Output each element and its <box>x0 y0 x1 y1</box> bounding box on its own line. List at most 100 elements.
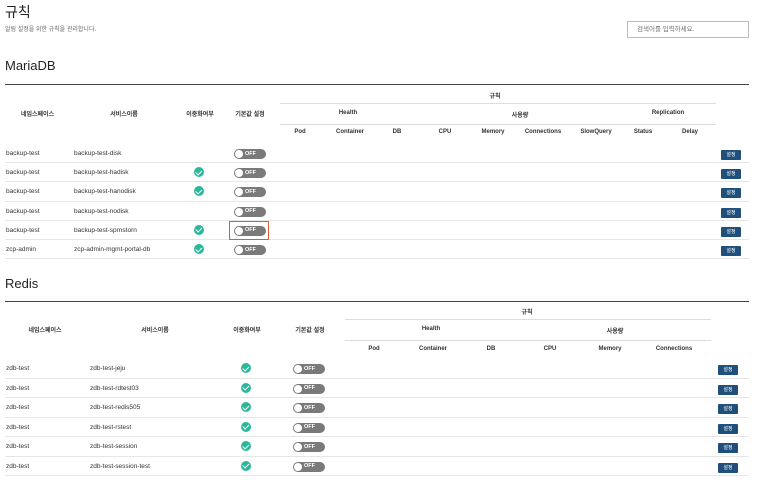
table-row: zcp-admin zcp-admin-mgmt-portal-db OFF 설정 <box>5 240 749 260</box>
default-setting-toggle[interactable]: OFF <box>234 206 266 217</box>
check-circle-icon <box>194 244 204 254</box>
namespace-cell: backup-test <box>6 169 40 177</box>
check-circle-icon <box>241 441 251 451</box>
settings-button[interactable]: 설정 <box>721 207 741 218</box>
check-circle-icon <box>241 382 251 393</box>
default-setting-toggle[interactable]: OFF <box>234 187 266 198</box>
settings-button[interactable]: 설정 <box>718 384 738 395</box>
settings-button[interactable]: 설정 <box>718 365 738 375</box>
col-service-name: 서비스이름 <box>110 112 138 118</box>
toggle-label: OFF <box>304 463 315 469</box>
col-usage: 사용량 <box>511 113 529 119</box>
service-name-cell: backup-test-hadisk <box>74 169 129 177</box>
service-name-cell: zdb-test-redis505 <box>90 404 141 411</box>
table-row: backup-test backup-test-hanodisk OFF 설정 <box>5 182 749 202</box>
toggle-label: OFF <box>245 246 256 253</box>
col-memory: Memory <box>598 346 622 352</box>
default-setting-toggle[interactable]: OFF <box>293 422 325 433</box>
table-row: zdb-test zdb-test-session-test OFF 설정 <box>5 457 749 476</box>
namespace-cell: zdb-test <box>6 365 30 372</box>
namespace-cell: zdb-test <box>6 384 30 392</box>
toggle-label: OFF <box>245 169 256 176</box>
default-setting-toggle[interactable]: OFF <box>234 149 266 159</box>
toggle-label: OFF <box>304 443 315 450</box>
check-circle-icon <box>241 421 251 432</box>
settings-button[interactable]: 설정 <box>721 246 741 256</box>
col-delay: Delay <box>681 129 698 135</box>
highlight-box <box>229 220 269 240</box>
default-setting-toggle[interactable]: OFF <box>293 383 325 394</box>
service-name-cell: zdb-test-session-test <box>90 462 150 470</box>
page-title: 규칙 <box>5 4 31 20</box>
col-redundancy: 이중화여부 <box>233 328 261 334</box>
table-row: zdb-test zdb-test-rstest OFF 설정 <box>5 418 749 437</box>
table-row: zdb-test zdb-test-redis505 OFF 설정 <box>5 398 749 418</box>
table-row: backup-test backup-test-nodisk OFF 설정 <box>5 202 749 221</box>
col-namespace: 네임스페이스 <box>20 112 55 118</box>
default-setting-toggle[interactable]: OFF <box>293 364 325 374</box>
col-memory: Memory <box>481 129 505 135</box>
col-health: Health <box>421 326 441 332</box>
col-pod: Pod <box>294 129 306 135</box>
col-pod: Pod <box>368 346 380 352</box>
toggle-knob <box>294 462 302 471</box>
col-container: Container <box>335 129 364 135</box>
col-default-setting: 기본값 설정 <box>235 112 265 118</box>
table-row: zdb-test zdb-test-jeju OFF 설정 <box>5 359 749 379</box>
namespace-cell: zdb-test <box>6 462 30 470</box>
check-circle-icon <box>194 186 204 197</box>
settings-button[interactable]: 설정 <box>721 169 741 180</box>
toggle-knob <box>294 404 302 412</box>
check-circle-icon <box>241 402 251 412</box>
page-description: 알림 설정을 위한 규칙을 관리합니다. <box>5 27 97 33</box>
namespace-cell: zdb-test <box>6 423 30 431</box>
settings-button[interactable]: 설정 <box>718 423 738 434</box>
default-setting-toggle[interactable]: OFF <box>293 461 325 472</box>
settings-button[interactable]: 설정 <box>718 404 738 414</box>
col-db: DB <box>392 129 402 135</box>
col-container: Container <box>418 346 447 352</box>
default-setting-toggle[interactable]: OFF <box>293 442 325 452</box>
default-setting-toggle[interactable]: OFF <box>293 403 325 413</box>
search-input[interactable] <box>627 21 749 38</box>
col-rules: 규칙 <box>489 94 501 100</box>
col-connections: Connections <box>655 346 693 352</box>
service-name-cell: backup-test-hanodisk <box>74 188 136 196</box>
default-setting-toggle[interactable]: OFF <box>234 245 266 255</box>
settings-button[interactable]: 설정 <box>721 150 741 160</box>
settings-button[interactable]: 설정 <box>718 462 738 473</box>
service-name-cell: zdb-test-jeju <box>90 365 126 372</box>
col-db: DB <box>486 346 496 352</box>
service-name-cell: zcp-admin-mgmt-portal-db <box>74 246 151 253</box>
check-circle-icon <box>194 167 204 178</box>
table-row: backup-test backup-test-sprnstorn OFF 설정 <box>5 220 749 240</box>
toggle-knob <box>235 246 243 254</box>
service-name-cell: backup-test-nodisk <box>74 207 129 215</box>
settings-button[interactable]: 설정 <box>721 226 741 237</box>
service-name-cell: backup-test-sprnstorn <box>74 226 137 234</box>
toggle-knob <box>235 188 243 197</box>
default-setting-toggle[interactable]: OFF <box>234 168 266 179</box>
namespace-cell: backup-test <box>6 226 40 234</box>
table-row: backup-test backup-test-hadisk OFF 설정 <box>5 163 749 183</box>
redis-section-title: Redis <box>5 276 39 291</box>
toggle-knob <box>235 207 243 216</box>
mariadb-section-title: MariaDB <box>5 58 56 73</box>
namespace-cell: backup-test <box>6 207 40 215</box>
settings-button[interactable]: 설정 <box>721 188 741 199</box>
toggle-label: OFF <box>304 365 315 372</box>
namespace-cell: backup-test <box>6 150 40 157</box>
namespace-cell: zcp-admin <box>6 246 36 253</box>
namespace-cell: zdb-test <box>6 443 30 450</box>
toggle-label: OFF <box>245 150 256 157</box>
table-row: zdb-test zdb-test-rdtest03 OFF 설정 <box>5 379 749 398</box>
settings-button[interactable]: 설정 <box>718 443 738 453</box>
check-circle-icon <box>241 460 251 471</box>
col-cpu: CPU <box>543 346 557 352</box>
toggle-knob <box>294 365 302 373</box>
check-circle-icon <box>194 224 204 235</box>
col-slowquery: SlowQuery <box>580 129 612 135</box>
namespace-cell: backup-test <box>6 188 40 196</box>
col-cpu: CPU <box>438 129 452 135</box>
col-usage: 사용량 <box>606 329 624 335</box>
